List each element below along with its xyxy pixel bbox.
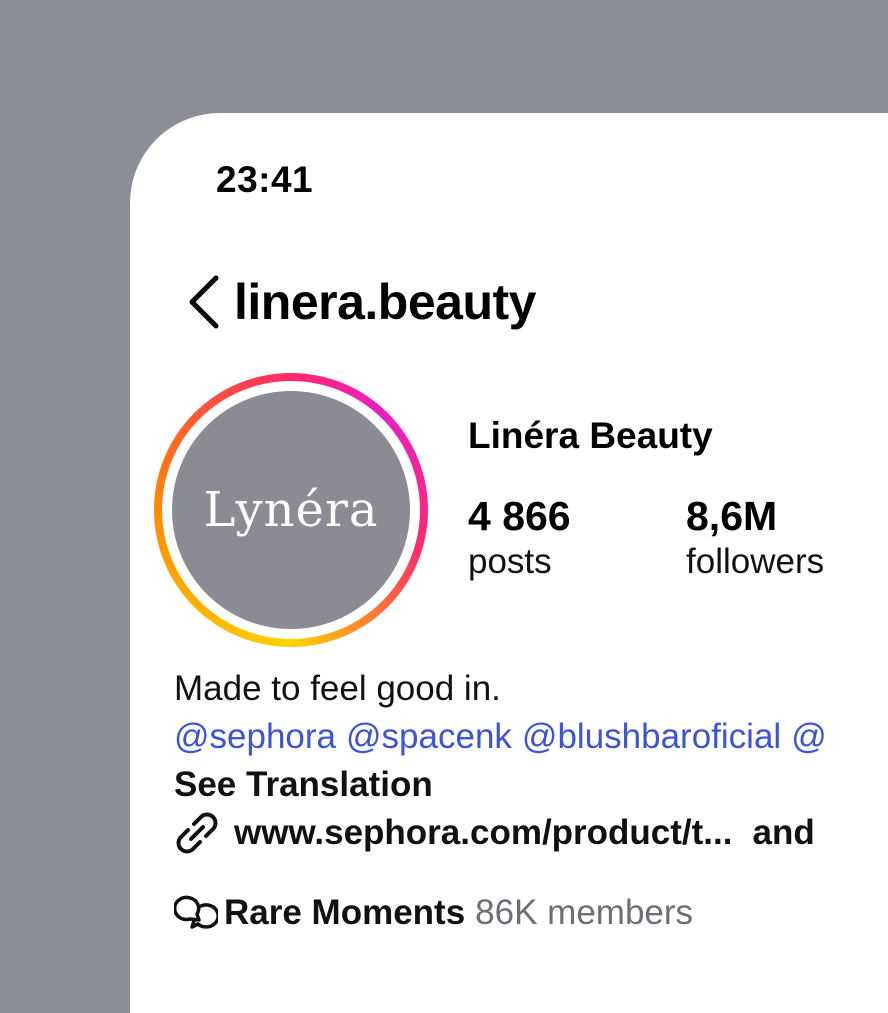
- display-name: Linéra Beauty: [468, 415, 713, 456]
- posts-count: 4 866: [468, 493, 571, 539]
- broadcast-channel[interactable]: Rare Moments 86K members: [174, 893, 693, 933]
- profile-username: linera.beauty: [234, 274, 536, 330]
- link-icon: [176, 812, 218, 854]
- avatar-logo-text: Lynéra: [203, 482, 379, 538]
- mention-link[interactable]: @blushbaroficial: [522, 717, 781, 756]
- chevron-left-icon: [189, 275, 219, 329]
- bio-mentions: @sephora @spacenk @blushbaroficial @: [174, 713, 837, 761]
- mention-link[interactable]: @: [791, 717, 827, 756]
- bio-link-row: www.sephora.com/product/t... and: [174, 809, 837, 857]
- profile-header: linera.beauty: [186, 273, 536, 331]
- phone-screen: 23:41 linera.beauty Lynéra Linéra Beauty…: [130, 113, 888, 1013]
- bio: Made to feel good in. @sephora @spacenk @b…: [174, 665, 837, 857]
- mention-link[interactable]: @sephora: [174, 717, 336, 756]
- followers-label: followers: [686, 542, 825, 581]
- story-ring[interactable]: Lynéra: [154, 373, 428, 647]
- channel-name: Rare Moments: [224, 893, 466, 932]
- followers-stat[interactable]: 8,6M followers: [686, 493, 824, 585]
- channel-members: 86K members: [475, 893, 694, 932]
- bio-text: Made to feel good in.: [174, 669, 501, 708]
- avatar: Lynéra: [172, 391, 410, 629]
- followers-count: 8,6M: [686, 493, 778, 539]
- chat-bubbles-icon: [174, 895, 218, 929]
- mention-link[interactable]: @spacenk: [346, 717, 512, 756]
- posts-label: posts: [468, 542, 552, 581]
- posts-stat[interactable]: 4 866 posts: [468, 493, 571, 585]
- more-links[interactable]: and: [752, 809, 814, 857]
- status-time: 23:41: [216, 159, 314, 200]
- bio-link[interactable]: www.sephora.com/product/t...: [234, 809, 732, 857]
- see-translation-button[interactable]: See Translation: [174, 761, 837, 809]
- back-button[interactable]: [186, 274, 226, 330]
